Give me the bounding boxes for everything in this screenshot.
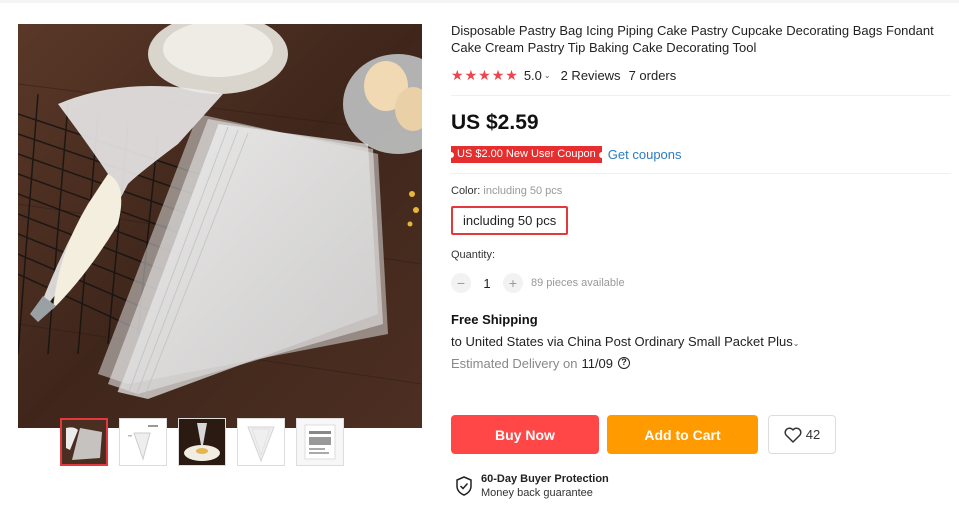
add-to-cart-button[interactable]: Add to Cart (607, 415, 758, 454)
thumbnail-5[interactable] (296, 418, 344, 466)
star-icon: ★ (478, 67, 491, 83)
top-border (0, 0, 959, 3)
product-title: Disposable Pastry Bag Icing Piping Cake … (451, 23, 934, 55)
color-label-text: Color: (451, 185, 484, 197)
reviews-link[interactable]: 2 Reviews (561, 68, 621, 83)
color-selected-value: including 50 pcs (483, 185, 563, 197)
buy-now-button[interactable]: Buy Now (451, 415, 599, 454)
help-icon[interactable]: ? (618, 357, 631, 369)
rating-value[interactable]: 5.0 (524, 68, 542, 83)
shield-check-icon (455, 476, 473, 496)
new-user-coupon-badge[interactable]: US $2.00 New User Coupon (448, 145, 605, 163)
thumbnail-3[interactable] (178, 418, 226, 466)
chevron-down-icon[interactable]: ⌄ (544, 71, 551, 80)
divider (451, 173, 951, 174)
thumbnail-4[interactable] (237, 418, 285, 466)
rating-row: ★ ★ ★ ★ ★ 5.0 ⌄ 2 Reviews 7 orders (451, 67, 951, 83)
star-icon: ★ (451, 67, 464, 83)
chevron-down-icon[interactable]: ⌄ (793, 339, 800, 348)
divider (451, 95, 951, 96)
estimated-delivery-label: Estimated Delivery on (451, 355, 578, 371)
shipping-method[interactable]: to United States via China Post Ordinary… (451, 334, 951, 350)
coupon-row: US $2.00 New User Coupon Get coupons (448, 145, 951, 163)
product-gallery (18, 24, 422, 428)
shipping-title: Free Shipping (451, 312, 538, 327)
quantity-stepper: − 1 + 89 pieces available (451, 272, 951, 294)
thumbnail-1[interactable] (60, 418, 108, 466)
main-product-image[interactable] (18, 24, 422, 428)
color-option-50-pcs[interactable]: including 50 pcs (451, 206, 569, 235)
product-info: Disposable Pastry Bag Icing Piping Cake … (448, 22, 951, 371)
shipping-method-text: to United States via China Post Ordinary… (451, 334, 793, 349)
heart-icon (784, 427, 802, 443)
star-icon: ★ (505, 67, 518, 83)
protection-title: 60-Day Buyer Protection (481, 473, 609, 485)
quantity-input[interactable]: 1 (471, 276, 503, 291)
quantity-decrease-button[interactable]: − (451, 273, 471, 293)
quantity-label: Quantity: (451, 249, 496, 261)
color-label: Color: including 50 pcs (451, 185, 951, 199)
orders-count: 7 orders (628, 67, 677, 83)
star-icon: ★ (464, 67, 478, 83)
protection-subtitle: Money back guarantee (481, 487, 593, 499)
wishlist-count: 42 (805, 427, 821, 442)
product-price: US $2.59 (451, 111, 539, 134)
estimated-delivery-date: 11/09 (581, 355, 614, 371)
star-icon: ★ (491, 67, 505, 83)
wishlist-button[interactable]: 42 (768, 415, 836, 454)
available-pieces: 89 pieces available (531, 277, 625, 289)
get-coupons-link[interactable]: Get coupons (608, 147, 682, 162)
thumbnail-2[interactable] (119, 418, 167, 466)
buyer-protection: 60-Day Buyer Protection Money back guara… (455, 472, 609, 500)
action-buttons: Buy Now Add to Cart 42 (451, 415, 836, 454)
estimated-delivery: Estimated Delivery on 11/09 ? (451, 355, 951, 371)
quantity-increase-button[interactable]: + (503, 273, 523, 293)
thumbnail-strip (60, 418, 344, 466)
rating-stars[interactable]: ★ ★ ★ ★ ★ (451, 68, 518, 82)
